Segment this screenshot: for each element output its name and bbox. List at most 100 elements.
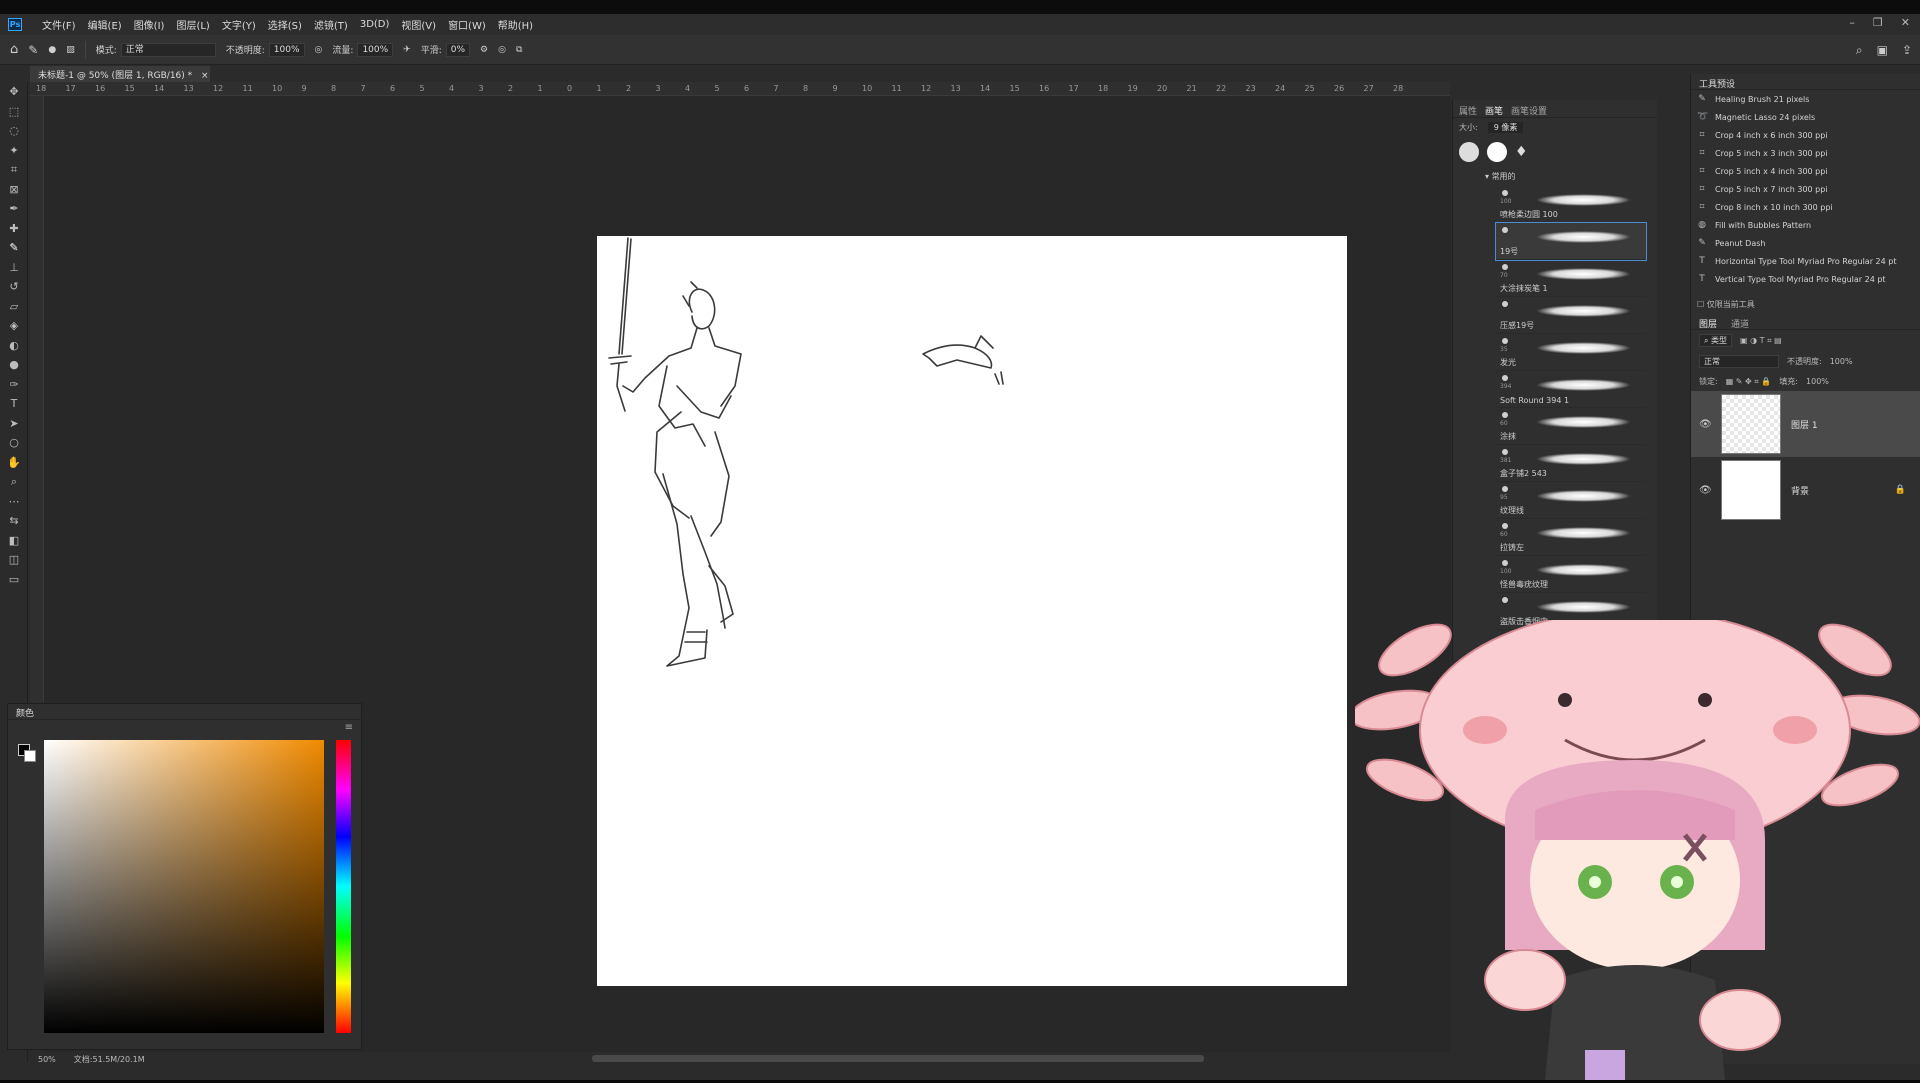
horizontal-scrollbar[interactable] <box>592 1055 1204 1062</box>
workspace-icon[interactable]: ▣ <box>1877 43 1888 58</box>
layer-row-background[interactable]: 👁 背景 🔒 <box>1691 457 1920 523</box>
document-tab[interactable]: 未标题-1 @ 50% (图层 1, RGB/16) * × <box>30 66 210 82</box>
brush-preset-item[interactable]: 394 Soft Round 394 1 <box>1496 371 1646 408</box>
recent-brush-3[interactable]: ♦ <box>1515 144 1528 160</box>
background-color-swatch[interactable] <box>24 750 36 762</box>
brush-preset-item[interactable]: 70 大涂抹炭笔 1 <box>1496 260 1646 297</box>
document-canvas[interactable] <box>597 236 1347 986</box>
brush-preset-item[interactable]: 压感19号 <box>1496 297 1646 334</box>
menu-image[interactable]: 图像(I) <box>128 17 171 32</box>
menu-type[interactable]: 文字(Y) <box>216 17 262 32</box>
swap-colors-icon[interactable]: ⇆ <box>0 511 28 531</box>
more-tools-icon[interactable]: ⋯ <box>0 492 28 512</box>
brush-preset-item[interactable]: 95 纹理线 <box>1496 482 1646 519</box>
history-brush-tool-icon[interactable]: ↺ <box>0 277 28 297</box>
color-swatches-icon[interactable]: ◧ <box>0 531 28 551</box>
brush-group-folder[interactable]: ▾ 常用的 <box>1481 167 1657 186</box>
brush-preset-item[interactable]: 381 盒子铺2 543 <box>1496 445 1646 482</box>
recent-brush-1[interactable] <box>1459 142 1479 162</box>
fill-input[interactable]: 100% <box>1806 377 1829 386</box>
layer-filter-select[interactable]: ⌕ 类型 <box>1699 334 1733 347</box>
marquee-tool-icon[interactable]: ⬚ <box>0 102 28 122</box>
brush-preset-item[interactable]: 100 喷枪柔边圆 100 <box>1496 186 1646 223</box>
menu-window[interactable]: 窗口(W) <box>442 17 492 32</box>
menu-layer[interactable]: 图层(L) <box>170 17 215 32</box>
lock-icons[interactable]: ▦ ✎ ✥ ⌗ 🔒 <box>1726 377 1772 387</box>
hand-tool-icon[interactable]: ✋ <box>0 453 28 473</box>
zoom-tool-icon[interactable]: ⌕ <box>0 472 28 492</box>
paint-bucket-tool-icon[interactable]: ◈ <box>0 316 28 336</box>
layer-opacity-input[interactable]: 100% <box>1830 357 1853 366</box>
path-select-tool-icon[interactable]: ➤ <box>0 414 28 434</box>
tool-preset-item[interactable]: ✎ Peanut Dash <box>1691 234 1920 252</box>
tool-preset-item[interactable]: ✎ Healing Brush 21 pixels <box>1691 90 1920 108</box>
gear-icon[interactable]: ⚙ <box>480 45 488 55</box>
menu-3d[interactable]: 3D(D) <box>354 19 396 30</box>
pressure-opacity-icon[interactable]: ◎ <box>315 45 323 55</box>
tool-preset-item[interactable]: ⌗ Crop 4 inch x 6 inch 300 ppi <box>1691 126 1920 144</box>
tool-preset-item[interactable]: ⌗ Crop 5 inch x 7 inch 300 ppi <box>1691 180 1920 198</box>
healing-tool-icon[interactable]: ✚ <box>0 219 28 239</box>
brush-size-input[interactable]: 9 像素 <box>1487 122 1524 133</box>
menu-file[interactable]: 文件(F) <box>36 17 82 32</box>
close-icon[interactable]: ✕ <box>1901 16 1910 29</box>
tab-layers[interactable]: 图层 <box>1699 317 1717 330</box>
brush-settings-toggle-icon[interactable]: ▨ <box>66 45 75 55</box>
tab-brushes[interactable]: 画笔 <box>1485 104 1503 117</box>
current-tool-only-checkbox[interactable]: ☐ 仅限当前工具 <box>1697 299 1755 310</box>
layer-row-layer1[interactable]: 👁 图层 1 <box>1691 391 1920 457</box>
tool-preset-item[interactable]: ⌗ Crop 5 inch x 4 inch 300 ppi <box>1691 162 1920 180</box>
close-tab-icon[interactable]: × <box>201 71 209 81</box>
frame-tool-icon[interactable]: ⊠ <box>0 180 28 200</box>
symmetry-icon[interactable]: ⧉ <box>516 45 522 55</box>
flow-input[interactable]: 100% <box>357 42 394 57</box>
airbrush-icon[interactable]: ✈ <box>403 45 411 55</box>
stamp-tool-icon[interactable]: ⊥ <box>0 258 28 278</box>
dodge-tool-icon[interactable]: ◐ <box>0 336 28 356</box>
menu-filter[interactable]: 滤镜(T) <box>308 17 354 32</box>
brush-preset-picker[interactable]: ● <box>48 45 56 55</box>
tab-properties[interactable]: 属性 <box>1459 104 1477 117</box>
tab-brush-settings[interactable]: 画笔设置 <box>1511 104 1547 117</box>
brush-preset-item[interactable]: 19号 <box>1495 222 1647 261</box>
brush-preset-item[interactable]: 60 拉铸左 <box>1496 519 1646 556</box>
smoothing-input[interactable]: 0% <box>445 42 471 57</box>
brush-tool-icon[interactable]: ✎ <box>0 238 28 258</box>
move-tool-icon[interactable]: ✥ <box>0 82 28 102</box>
brush-preset-item[interactable]: 100 怪兽毒疣纹理 <box>1496 556 1646 593</box>
type-tool-icon[interactable]: T <box>0 394 28 414</box>
hue-slider[interactable] <box>336 740 351 1033</box>
screen-mode-icon[interactable]: ▭ <box>0 570 28 590</box>
minimize-icon[interactable]: – <box>1849 16 1855 29</box>
crop-tool-icon[interactable]: ⌗ <box>0 160 28 180</box>
doc-info[interactable]: 文档:51.5M/20.1M <box>74 1054 145 1065</box>
saturation-brightness-field[interactable] <box>44 740 324 1033</box>
tool-preset-item[interactable]: ➰ Magnetic Lasso 24 pixels <box>1691 108 1920 126</box>
pen-tool-icon[interactable]: ✑ <box>0 375 28 395</box>
pressure-size-icon[interactable]: ◎ <box>498 45 506 55</box>
tool-preset-item[interactable]: ⌗ Crop 5 inch x 3 inch 300 ppi <box>1691 144 1920 162</box>
eyedropper-tool-icon[interactable]: ✒ <box>0 199 28 219</box>
magic-wand-tool-icon[interactable]: ✦ <box>0 141 28 161</box>
tool-preset-item[interactable]: T Horizontal Type Tool Myriad Pro Regular… <box>1691 252 1920 270</box>
menu-help[interactable]: 帮助(H) <box>492 17 539 32</box>
quick-mask-icon[interactable]: ◫ <box>0 550 28 570</box>
opacity-input[interactable]: 100% <box>268 42 305 57</box>
mode-select[interactable]: 正常 <box>120 42 216 57</box>
home-icon[interactable]: ⌂ <box>10 42 18 57</box>
tool-preset-item[interactable]: ⌗ Crop 8 inch x 10 inch 300 ppi <box>1691 198 1920 216</box>
lasso-tool-icon[interactable]: ◌ <box>0 121 28 141</box>
menu-select[interactable]: 选择(S) <box>262 17 308 32</box>
blend-mode-select[interactable]: 正常 <box>1699 355 1779 368</box>
blur-tool-icon[interactable]: ● <box>0 355 28 375</box>
brush-preset-item[interactable]: 35 发光 <box>1496 334 1646 371</box>
recent-brush-2[interactable] <box>1487 142 1507 162</box>
visibility-eye-icon[interactable]: 👁 <box>1699 419 1712 430</box>
filter-icons[interactable]: ▣ ◑ T ⌗ ▤ <box>1740 336 1782 346</box>
tool-preset-item[interactable]: ◍ Fill with Bubbles Pattern <box>1691 216 1920 234</box>
eraser-tool-icon[interactable]: ▱ <box>0 297 28 317</box>
menu-edit[interactable]: 编辑(E) <box>82 17 128 32</box>
zoom-level[interactable]: 50% <box>38 1055 56 1064</box>
ellipse-tool-icon[interactable]: ○ <box>0 433 28 453</box>
brush-tool-icon[interactable]: ✎ <box>28 43 38 57</box>
